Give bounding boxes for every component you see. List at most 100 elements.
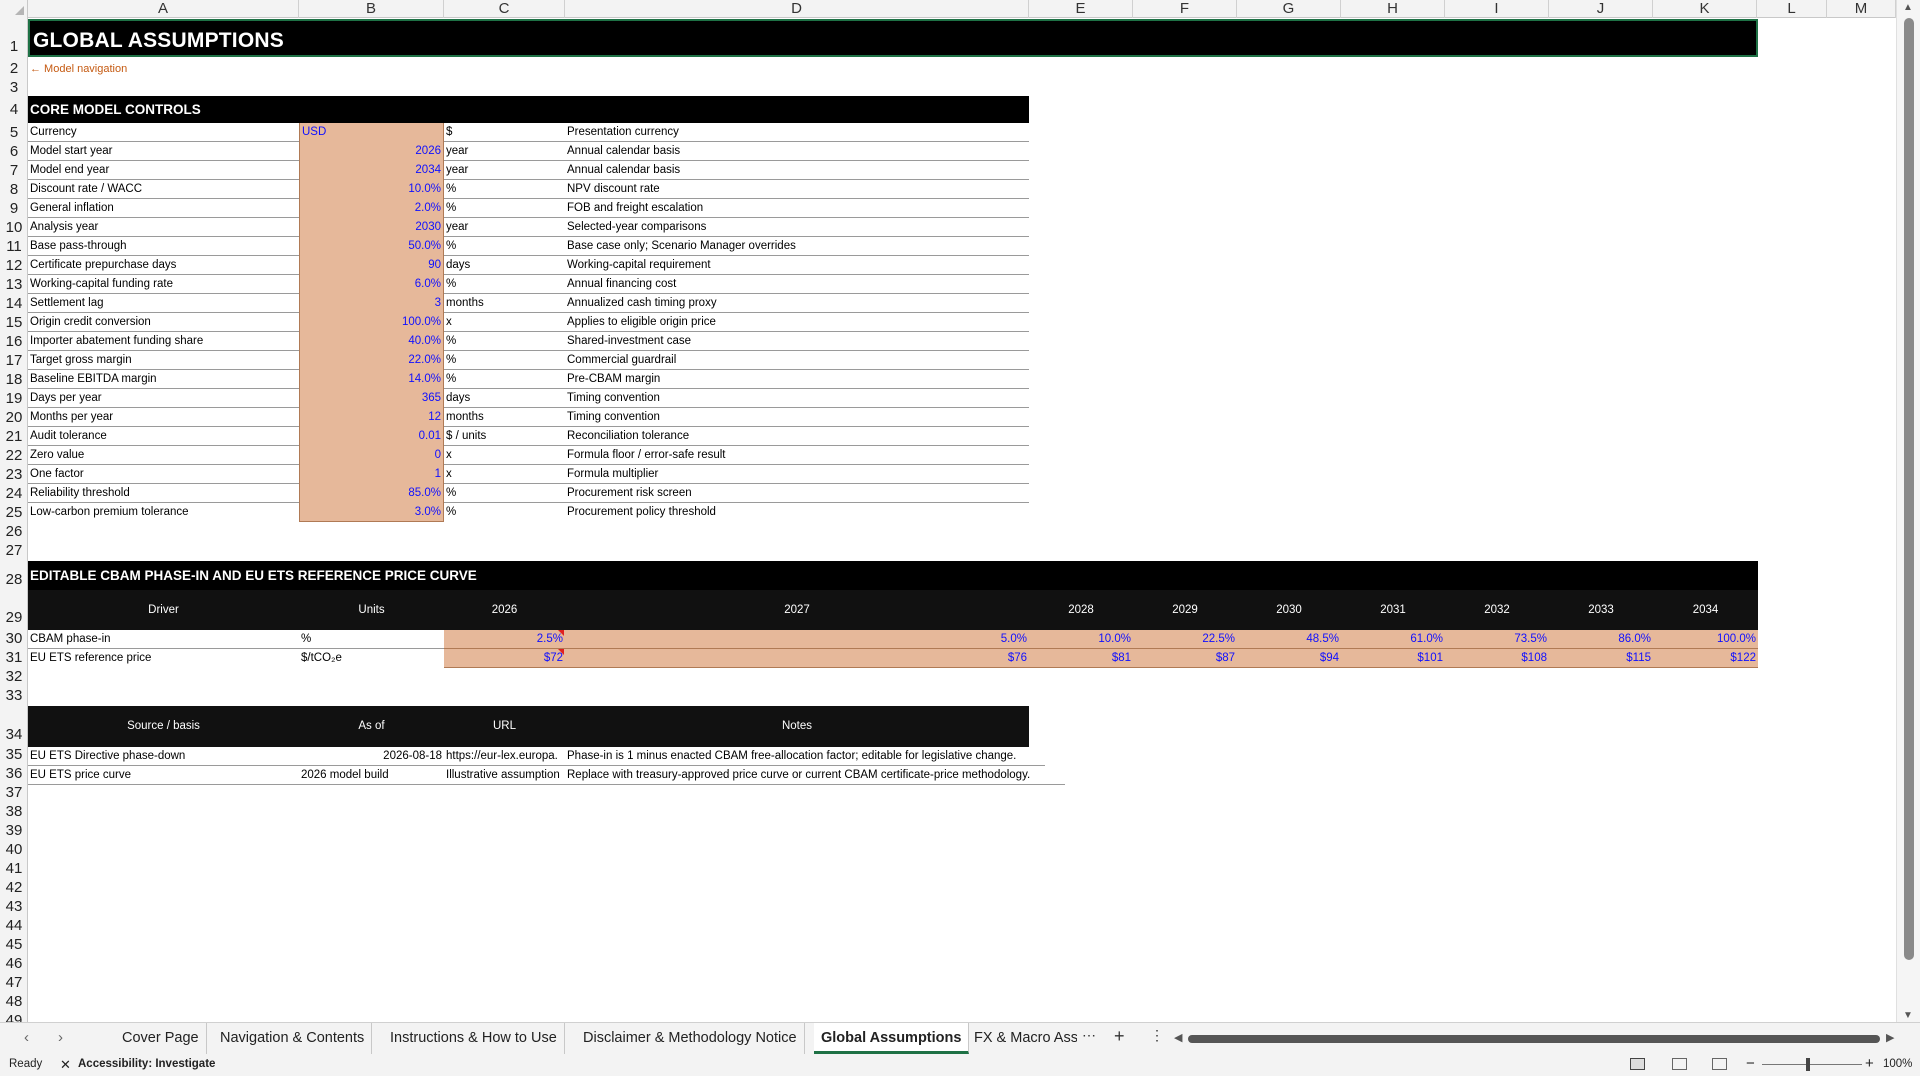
row-header[interactable]: 7 [0, 162, 27, 181]
curve-value-input[interactable]: $94 [1237, 649, 1341, 668]
row-header[interactable]: 44 [0, 917, 27, 936]
row-header[interactable]: 13 [0, 276, 27, 295]
more-tabs-icon[interactable]: ⋯ [1082, 1027, 1096, 1044]
page-break-preview-icon[interactable] [1712, 1058, 1727, 1070]
curve-value-input[interactable]: $72 [444, 649, 565, 668]
row-header[interactable]: 19 [0, 390, 27, 409]
comment-indicator-icon[interactable] [558, 649, 564, 655]
row-header[interactable]: 8 [0, 181, 27, 200]
curve-value-input[interactable]: $115 [1549, 649, 1653, 668]
curve-value-input[interactable]: 5.0% [565, 630, 1029, 649]
tab-scroll-right-icon[interactable]: › [58, 1029, 63, 1046]
zoom-out-icon[interactable]: − [1746, 1055, 1755, 1072]
row-header[interactable]: 39 [0, 822, 27, 841]
accessibility-status[interactable]: Accessibility: Investigate [78, 1058, 215, 1070]
row-header[interactable]: 17 [0, 352, 27, 371]
row-header[interactable]: 27 [0, 542, 27, 561]
column-header-g[interactable]: G [1237, 0, 1341, 18]
control-value-input[interactable]: 40.0% [299, 332, 444, 351]
curve-value-input[interactable]: 86.0% [1549, 630, 1653, 649]
tab-cover-page[interactable]: Cover Page [115, 1023, 207, 1054]
row-header[interactable]: 38 [0, 803, 27, 822]
control-value-input[interactable]: 10.0% [299, 180, 444, 199]
row-header[interactable]: 20 [0, 409, 27, 428]
column-header-e[interactable]: E [1029, 0, 1133, 18]
tab-disclaimer[interactable]: Disclaimer & Methodology Notice [576, 1023, 805, 1054]
row-header[interactable]: 40 [0, 841, 27, 860]
page-layout-icon[interactable] [1672, 1058, 1687, 1070]
curve-value-input[interactable]: $76 [565, 649, 1029, 668]
control-value-input[interactable]: 2030 [299, 218, 444, 237]
tab-instructions[interactable]: Instructions & How to Use [383, 1023, 565, 1054]
column-header-b[interactable]: B [299, 0, 444, 18]
curve-value-input[interactable]: 48.5% [1237, 630, 1341, 649]
curve-value-input[interactable]: 22.5% [1133, 630, 1237, 649]
column-header-c[interactable]: C [444, 0, 565, 18]
control-value-input[interactable]: 0 [299, 446, 444, 465]
column-header-k[interactable]: K [1653, 0, 1757, 18]
add-sheet-icon[interactable]: + [1114, 1026, 1125, 1047]
control-value-input[interactable]: 1 [299, 465, 444, 484]
control-value-input[interactable]: 100.0% [299, 313, 444, 332]
row-header[interactable]: 28 [0, 571, 27, 590]
column-header-f[interactable]: F [1133, 0, 1237, 18]
vertical-scrollbar[interactable]: ▲ ▼ [1896, 0, 1920, 1022]
curve-value-input[interactable]: $122 [1653, 649, 1758, 668]
row-header[interactable]: 29 [0, 609, 27, 628]
hscroll-left-icon[interactable]: ◀ [1174, 1031, 1182, 1044]
row-header[interactable]: 45 [0, 936, 27, 955]
curve-value-input[interactable]: $101 [1341, 649, 1445, 668]
tab-scroll-left-icon[interactable]: ‹ [24, 1029, 29, 1046]
row-header[interactable]: 10 [0, 219, 27, 238]
tab-navigation-contents[interactable]: Navigation & Contents [213, 1023, 373, 1054]
row-header[interactable]: 11 [0, 238, 27, 257]
tab-fx-macro[interactable]: FX & Macro Assu [967, 1023, 1077, 1054]
row-header[interactable]: 6 [0, 143, 27, 162]
control-value-input[interactable]: 85.0% [299, 484, 444, 503]
zoom-in-icon[interactable]: + [1865, 1055, 1874, 1072]
tab-global-assumptions[interactable]: Global Assumptions [814, 1023, 970, 1054]
row-header[interactable]: 15 [0, 314, 27, 333]
column-header-h[interactable]: H [1341, 0, 1445, 18]
zoom-slider[interactable] [1762, 1064, 1862, 1065]
row-header[interactable]: 2 [0, 60, 27, 79]
curve-value-input[interactable]: $81 [1029, 649, 1133, 668]
row-header[interactable]: 23 [0, 466, 27, 485]
curve-value-input[interactable]: 2.5% [444, 630, 565, 649]
control-value-input[interactable]: 6.0% [299, 275, 444, 294]
row-header[interactable]: 48 [0, 993, 27, 1012]
accessibility-icon[interactable]: ✕ [60, 1057, 71, 1073]
row-header[interactable]: 35 [0, 746, 27, 765]
row-header[interactable]: 41 [0, 860, 27, 879]
control-value-input[interactable]: 14.0% [299, 370, 444, 389]
control-value-input[interactable]: 12 [299, 408, 444, 427]
row-header[interactable]: 4 [0, 101, 27, 120]
horizontal-scroll-thumb[interactable] [1188, 1035, 1880, 1043]
column-header-a[interactable]: A [28, 0, 299, 18]
control-value-input[interactable]: 2.0% [299, 199, 444, 218]
row-header[interactable]: 34 [0, 726, 27, 745]
column-header-m[interactable]: M [1827, 0, 1896, 18]
curve-value-input[interactable]: $87 [1133, 649, 1237, 668]
row-header[interactable]: 21 [0, 428, 27, 447]
row-header[interactable]: 42 [0, 879, 27, 898]
control-value-input[interactable]: 3.0% [299, 503, 444, 522]
model-navigation-link[interactable]: ← Model navigation [30, 63, 127, 75]
curve-value-input[interactable]: 73.5% [1445, 630, 1549, 649]
column-header-j[interactable]: J [1549, 0, 1653, 18]
control-value-input[interactable]: 3 [299, 294, 444, 313]
control-value-input[interactable]: 2034 [299, 161, 444, 180]
control-value-input[interactable]: 0.01 [299, 427, 444, 446]
control-value-input[interactable]: 22.0% [299, 351, 444, 370]
control-value-input[interactable]: USD [299, 123, 444, 142]
row-header[interactable]: 33 [0, 687, 27, 706]
row-header[interactable]: 43 [0, 898, 27, 917]
row-header[interactable]: 49 [0, 1012, 27, 1022]
curve-value-input[interactable]: 61.0% [1341, 630, 1445, 649]
curve-value-input[interactable]: 10.0% [1029, 630, 1133, 649]
curve-value-input[interactable]: $108 [1445, 649, 1549, 668]
control-value-input[interactable]: 50.0% [299, 237, 444, 256]
zoom-level[interactable]: 100% [1883, 1058, 1912, 1070]
scroll-down-icon[interactable]: ▼ [1903, 1010, 1913, 1021]
normal-view-icon[interactable] [1630, 1058, 1645, 1070]
